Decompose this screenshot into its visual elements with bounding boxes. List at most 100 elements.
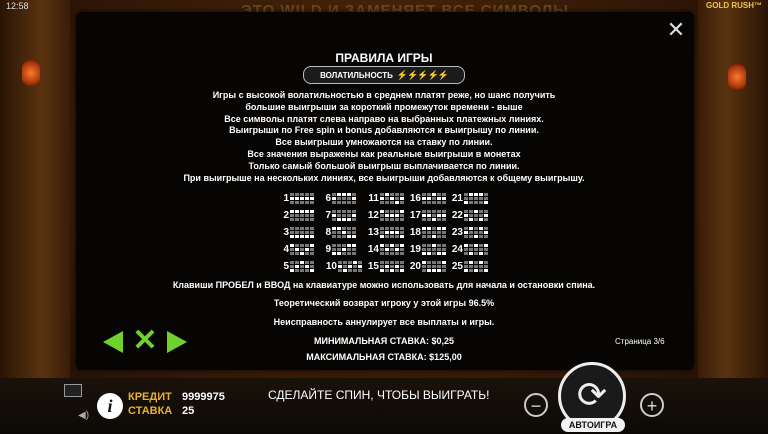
payline-cell [437, 214, 441, 217]
payline-cell [390, 261, 394, 264]
autoplay-button[interactable]: АВТОИГРА [561, 418, 625, 432]
payline-cell [305, 193, 309, 196]
payline-cell [442, 265, 446, 268]
info-button[interactable]: i [97, 393, 123, 419]
payline-pattern [332, 244, 356, 255]
payline-cell [300, 235, 304, 238]
payline-cell [352, 227, 356, 230]
payline-cell [300, 214, 304, 217]
payline-number: 25 [451, 261, 463, 272]
payline-cell [380, 235, 384, 238]
payline-cell [422, 252, 426, 255]
payline-cell [385, 227, 389, 230]
close-rules-icon[interactable]: ✕ [131, 326, 159, 356]
payline-cell [300, 218, 304, 221]
payline-cell [300, 210, 304, 213]
payline-number: 24 [451, 244, 463, 255]
payline-pattern [422, 244, 446, 255]
payline-cell [432, 193, 436, 196]
payline-cell [474, 231, 478, 234]
payline-number: 1 [283, 193, 289, 204]
payline-cell [380, 261, 384, 264]
rules-line: Только самый большой выигрыш выплачивает… [248, 160, 520, 171]
payline-item: 24 [451, 244, 488, 255]
payline-cell [385, 218, 389, 221]
payline-cell [390, 248, 394, 251]
payline-cell [300, 193, 304, 196]
payline-cell [305, 231, 309, 234]
next-page-button[interactable] [167, 331, 187, 353]
payline-cell [342, 214, 346, 217]
payline-cell [442, 201, 446, 204]
menu-icon[interactable] [64, 384, 82, 397]
payline-cell [390, 197, 394, 200]
payline-cell [352, 231, 356, 234]
payline-cell [353, 265, 357, 268]
previous-page-button[interactable] [103, 331, 123, 353]
payline-cell [305, 265, 309, 268]
rules-line: большие выигрыши за короткий промежуток … [245, 101, 523, 112]
payline-item: 11 [367, 193, 404, 204]
payline-cell [300, 265, 304, 268]
payline-cell [352, 248, 356, 251]
payline-cell [432, 244, 436, 247]
payline-pattern [464, 193, 488, 204]
payline-cell [338, 269, 342, 272]
payline-cell [385, 261, 389, 264]
payline-cell [479, 214, 483, 217]
payline-cell [400, 210, 404, 213]
payline-cell [464, 231, 468, 234]
payline-cell [484, 210, 488, 213]
payline-cell [484, 197, 488, 200]
payline-cell [337, 218, 341, 221]
payline-cell [347, 248, 351, 251]
payline-cell [300, 231, 304, 234]
payline-pattern [332, 210, 356, 221]
sound-icon[interactable]: ◀) [78, 410, 89, 421]
payline-cell [464, 227, 468, 230]
payline-cell [474, 218, 478, 221]
payline-cell [290, 231, 294, 234]
payline-cell [479, 210, 483, 213]
payline-item: 2 [283, 210, 314, 221]
payline-cell [484, 235, 488, 238]
payline-cell [395, 269, 399, 272]
payline-cell [385, 214, 389, 217]
payline-cell [432, 214, 436, 217]
payline-cell [290, 248, 294, 251]
payline-cell [400, 261, 404, 264]
close-button[interactable]: ✕ [666, 19, 686, 41]
payline-cell [332, 252, 336, 255]
payline-cell [305, 227, 309, 230]
payline-cell [400, 269, 404, 272]
payline-cell [474, 269, 478, 272]
payline-cell [474, 201, 478, 204]
payline-cell [469, 201, 473, 204]
payline-cell [295, 214, 299, 217]
payline-pattern [332, 193, 356, 204]
payline-cell [442, 197, 446, 200]
payline-cell [295, 227, 299, 230]
payline-cell [385, 210, 389, 213]
increase-bet-button[interactable]: + [640, 393, 664, 417]
payline-cell [400, 231, 404, 234]
payline-cell [474, 227, 478, 230]
payline-cell [432, 235, 436, 238]
payline-cell [442, 235, 446, 238]
payline-pattern [464, 227, 488, 238]
payline-cell [464, 248, 468, 251]
payline-cell [337, 248, 341, 251]
payline-item: 14 [367, 244, 404, 255]
payline-item: 7 [325, 210, 356, 221]
payline-cell [432, 248, 436, 251]
payline-cell [300, 248, 304, 251]
payline-cell [442, 252, 446, 255]
payline-cell [295, 248, 299, 251]
payline-cell [484, 252, 488, 255]
payline-cell [395, 248, 399, 251]
payline-pattern [464, 261, 488, 272]
payline-cell [343, 265, 347, 268]
decrease-bet-button[interactable]: − [524, 393, 548, 417]
payline-cell [484, 214, 488, 217]
payline-cell [305, 252, 309, 255]
